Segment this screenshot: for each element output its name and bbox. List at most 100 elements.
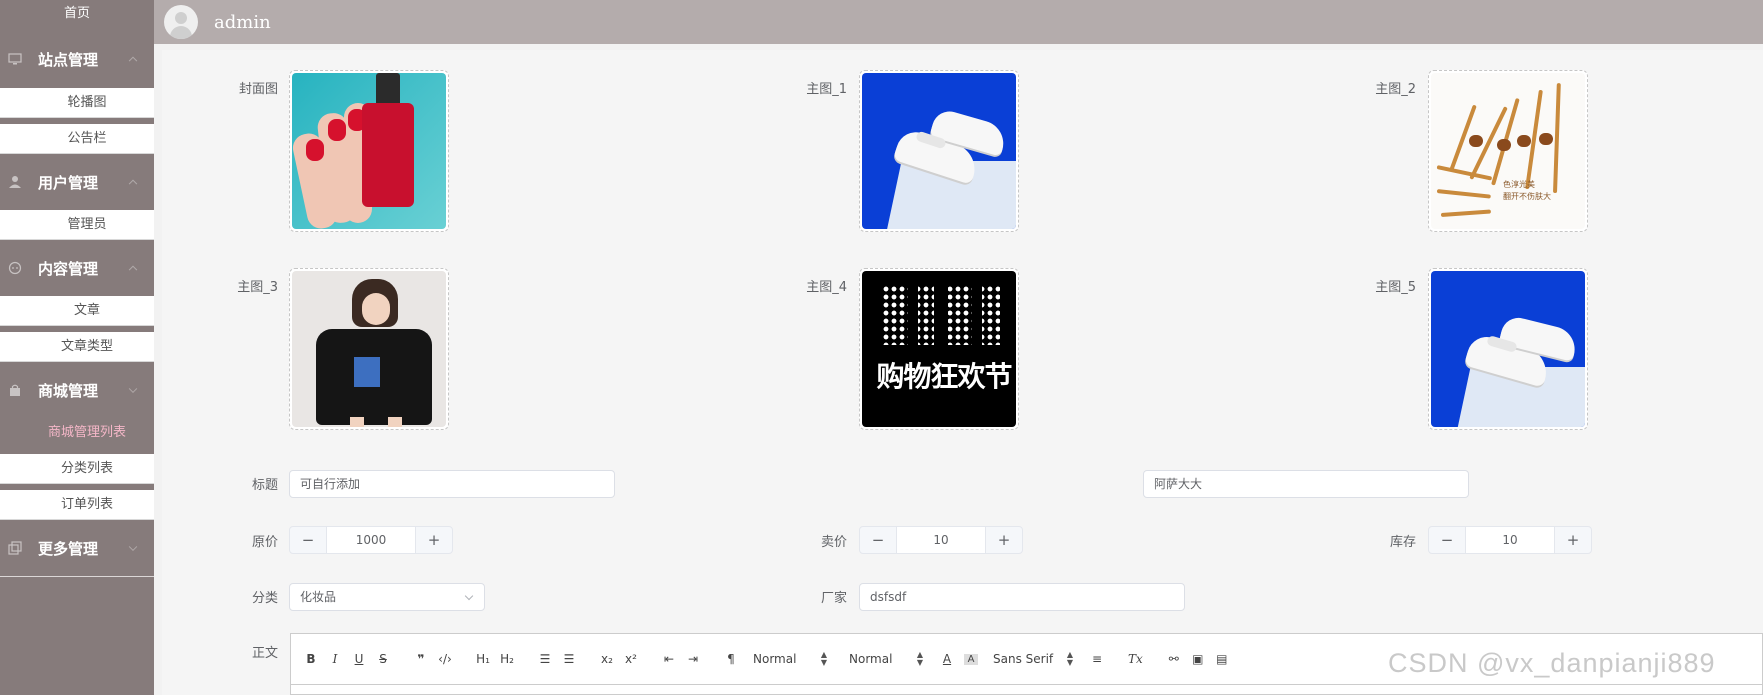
chat-icon — [8, 261, 22, 275]
plus-icon[interactable]: + — [416, 527, 452, 553]
stock-label: 库存 — [1389, 535, 1416, 550]
maker-label: 厂家 — [820, 591, 847, 606]
watermark: CSDN @vx_danpianji889 — [1388, 648, 1716, 678]
poster-text: 购物狂欢节 — [876, 360, 1012, 393]
cover-image — [292, 73, 446, 229]
superscript-icon[interactable]: x² — [624, 652, 638, 666]
bullet-list-icon[interactable]: ☰ — [562, 652, 576, 666]
main1-label: 主图_1 — [806, 82, 847, 97]
chevron-up-icon — [128, 265, 138, 275]
main5-label: 主图_5 — [1375, 280, 1416, 295]
sidebar-item-notice[interactable]: 公告栏 — [0, 124, 154, 154]
sidebar-item-article[interactable]: 文章 — [0, 296, 154, 326]
main5-image — [1431, 271, 1585, 427]
title-input[interactable]: 可自行添加 — [289, 470, 615, 498]
header2-icon[interactable]: H₂ — [500, 652, 514, 666]
chevron-up-icon — [128, 56, 138, 66]
sidebar-group-label: 站点管理 — [38, 50, 99, 69]
sidebar-home[interactable]: 首页 — [0, 0, 154, 30]
main3-label: 主图_3 — [237, 280, 278, 295]
main4-image-upload[interactable]: 购物狂欢节 — [859, 268, 1019, 430]
minus-icon[interactable]: − — [290, 527, 326, 553]
title-label: 标题 — [251, 478, 278, 493]
sidebar-group-user[interactable]: 用户管理 — [0, 154, 154, 210]
monitor-icon — [8, 52, 22, 66]
main5-image-upload[interactable] — [1428, 268, 1588, 430]
link-icon[interactable]: ⚯ — [1167, 652, 1181, 666]
username: admin — [214, 11, 271, 33]
price-stepper[interactable]: − 1000 + — [289, 526, 453, 554]
sidebar-item-carousel[interactable]: 轮播图 — [0, 88, 154, 118]
bold-icon[interactable]: B — [304, 652, 318, 666]
clear-format-icon[interactable]: Tx — [1128, 652, 1143, 666]
sidebar-item-admin[interactable]: 管理员 — [0, 210, 154, 240]
background-color-icon[interactable]: A — [964, 653, 978, 665]
main3-image — [292, 271, 446, 427]
plus-icon[interactable]: + — [1555, 527, 1591, 553]
sidebar-group-content[interactable]: 内容管理 — [0, 240, 154, 296]
updown-icon: ▲ ▼ — [820, 650, 827, 667]
ordered-list-icon[interactable]: ☰ — [538, 652, 552, 666]
chevron-down-icon — [128, 384, 138, 394]
main2-label: 主图_2 — [1375, 82, 1416, 97]
plus-icon[interactable]: + — [986, 527, 1022, 553]
main4-label: 主图_4 — [806, 280, 847, 295]
main2-image-upload[interactable]: 色淳光美 翻开不伤肤大 — [1428, 70, 1588, 232]
subscript-icon[interactable]: x₂ — [600, 652, 614, 666]
avatar[interactable] — [164, 5, 198, 39]
brush-caption: 色淳光美 翻开不伤肤大 — [1503, 180, 1551, 201]
image-icon[interactable]: ▣ — [1191, 652, 1205, 666]
size-picker[interactable]: Normal ▲ ▼ — [849, 651, 935, 667]
sidebar-item-shop-list[interactable]: 商城管理列表 — [0, 418, 154, 448]
underline-icon[interactable]: U — [352, 652, 366, 666]
main1-image-upload[interactable] — [859, 70, 1019, 232]
font-color-icon[interactable]: A — [940, 652, 954, 666]
price-value[interactable]: 1000 — [326, 527, 416, 553]
sidebar-group-label: 更多管理 — [38, 539, 99, 558]
sidebar-group-label: 用户管理 — [38, 173, 99, 192]
desc-input[interactable]: 阿萨大大 — [1143, 470, 1469, 498]
bag-icon — [8, 383, 22, 397]
cover-image-upload[interactable] — [289, 70, 449, 232]
video-icon[interactable]: ▤ — [1215, 652, 1229, 666]
maker-input[interactable]: dsfsdf — [859, 583, 1185, 611]
sidebar-group-shop[interactable]: 商城管理 — [0, 362, 154, 418]
text-direction-icon[interactable]: ¶ — [724, 652, 738, 666]
heading-picker[interactable]: Normal ▲ ▼ — [753, 650, 839, 667]
copy-icon — [8, 541, 22, 555]
outdent-icon[interactable]: ⇤ — [662, 652, 676, 666]
sidebar-item-article-type[interactable]: 文章类型 — [0, 332, 154, 362]
cover-label: 封面图 — [238, 82, 278, 97]
chevron-up-icon — [128, 179, 138, 189]
category-label: 分类 — [251, 591, 278, 606]
header1-icon[interactable]: H₁ — [476, 652, 490, 666]
top-bar: admin — [154, 0, 1763, 44]
minus-icon[interactable]: − — [860, 527, 896, 553]
blockquote-icon[interactable]: ❞ — [414, 652, 428, 666]
sidebar-group-label: 商城管理 — [38, 381, 99, 400]
italic-icon[interactable]: I — [328, 652, 342, 666]
chevron-down-icon — [464, 591, 474, 601]
sale-value[interactable]: 10 — [896, 527, 986, 553]
main3-image-upload[interactable] — [289, 268, 449, 430]
stock-stepper[interactable]: − 10 + — [1428, 526, 1592, 554]
sidebar-item-order-list[interactable]: 订单列表 — [0, 490, 154, 520]
stock-value[interactable]: 10 — [1465, 527, 1555, 553]
sidebar-group-site[interactable]: 站点管理 — [0, 30, 154, 88]
category-value: 化妆品 — [300, 590, 337, 604]
main4-image: 购物狂欢节 — [862, 271, 1016, 427]
font-picker[interactable]: Sans Serif ▲ ▼ — [993, 651, 1085, 667]
minus-icon[interactable]: − — [1429, 527, 1465, 553]
sidebar-group-more[interactable]: 更多管理 — [0, 520, 154, 577]
indent-icon[interactable]: ⇥ — [686, 652, 700, 666]
sidebar-item-category-list[interactable]: 分类列表 — [0, 454, 154, 484]
chevron-down-icon — [128, 542, 138, 552]
sale-label: 卖价 — [820, 535, 847, 550]
sidebar: 首页 站点管理 轮播图 公告栏 用户管理 管理员 内容管理 文章 文章类型 商城… — [0, 0, 154, 695]
category-select[interactable]: 化妆品 — [289, 583, 485, 611]
body-label: 正文 — [251, 646, 278, 661]
strike-icon[interactable]: S — [376, 652, 390, 666]
code-block-icon[interactable]: ‹/› — [438, 652, 452, 666]
sale-stepper[interactable]: − 10 + — [859, 526, 1023, 554]
align-icon[interactable]: ≡ — [1090, 652, 1104, 666]
